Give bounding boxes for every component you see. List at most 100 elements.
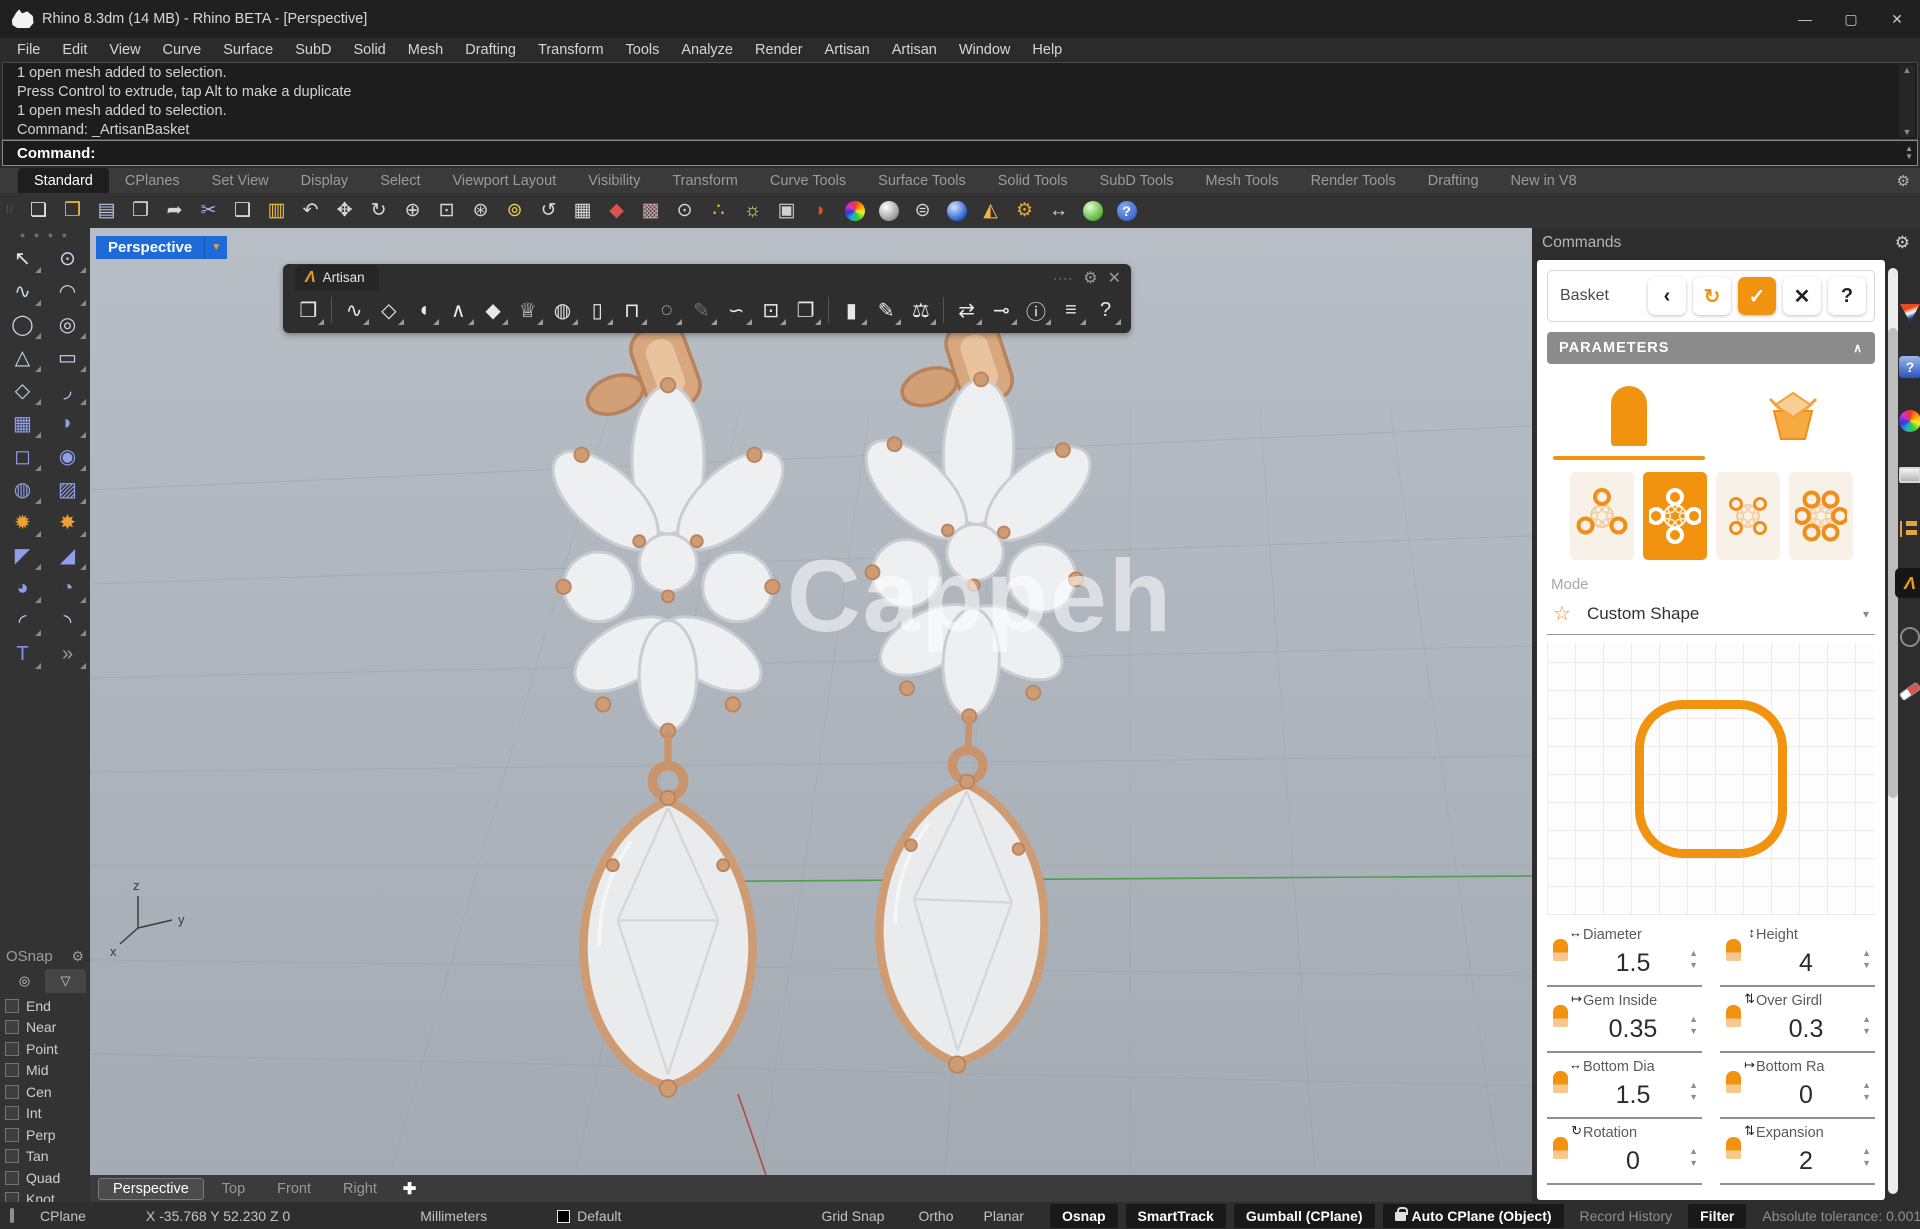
menu-view-2[interactable]: View <box>98 40 151 60</box>
auto-cplane-toggle[interactable]: Auto CPlane (Object) <box>1383 1204 1564 1228</box>
split-icon[interactable]: ◢ <box>48 539 88 572</box>
ribbon-tab-set-view[interactable]: Set View <box>196 168 285 193</box>
back-button[interactable]: ‹ <box>1648 277 1686 315</box>
artisan-settings-icon[interactable]: ⚙ <box>1083 268 1097 288</box>
ribbon-tab-new-in-v8[interactable]: New in V8 <box>1495 168 1593 193</box>
grasshopper-icon[interactable] <box>1076 196 1110 226</box>
osnap-toggle[interactable]: Osnap <box>1050 1204 1118 1228</box>
window-icon[interactable]: ▯ <box>580 293 615 327</box>
osnap-option-near[interactable]: Near <box>0 1017 90 1039</box>
cabochon-icon[interactable]: ◍ <box>545 293 580 327</box>
undo-icon[interactable]: ↶ <box>294 196 328 226</box>
param-over-girdle-value[interactable]: 0.3 <box>1766 1015 1846 1044</box>
ribbon-tab-standard[interactable]: Standard <box>18 168 109 193</box>
artisan-panel-icon[interactable]: Λ <box>1895 568 1920 598</box>
viewport-tab-top[interactable]: Top <box>208 1179 259 1199</box>
viewport-title-button[interactable]: Perspective ▼ <box>96 236 227 259</box>
palette-grip[interactable]: ● ● ● ● <box>0 228 90 242</box>
parameters-section-header[interactable]: PARAMETERS ∧ <box>1547 332 1875 364</box>
shaded-sphere-icon[interactable] <box>872 196 906 226</box>
gumball-icon[interactable]: ∴ <box>702 196 736 226</box>
patch-icon[interactable]: ▨ <box>48 473 88 506</box>
polygon-icon[interactable]: ◇ <box>3 374 43 407</box>
command-history[interactable]: 1 open mesh added to selection.Press Con… <box>2 62 1918 140</box>
param-gem-inside-value[interactable]: 0.35 <box>1593 1015 1673 1044</box>
link-icon[interactable]: ⊸ <box>984 293 1019 327</box>
surface-points-icon[interactable]: ▦ <box>3 407 43 440</box>
cut-icon[interactable]: ✂ <box>192 196 226 226</box>
spin-up-icon[interactable]: ▲ <box>1689 1147 1698 1156</box>
custom-shape-outline[interactable] <box>1635 700 1787 858</box>
status-grid-icon[interactable] <box>10 1208 14 1223</box>
toolbar-grip[interactable]: ⁞⁞ <box>6 205 14 216</box>
menu-help-16[interactable]: Help <box>1021 40 1073 60</box>
rotate-view-icon[interactable]: ↻ <box>362 196 396 226</box>
ribbon-tab-drafting[interactable]: Drafting <box>1412 168 1495 193</box>
text-icon[interactable]: T <box>3 638 43 671</box>
ribbon-tab-viewport-layout[interactable]: Viewport Layout <box>437 168 573 193</box>
commands-gear-icon[interactable]: ⚙ <box>1895 233 1910 253</box>
filter-button[interactable]: Filter <box>1688 1204 1746 1228</box>
tab-bullet-shape[interactable] <box>1547 372 1711 460</box>
maximize-button[interactable]: ▢ <box>1828 0 1874 38</box>
save-icon[interactable]: ▤ <box>90 196 124 226</box>
gem-icon[interactable]: ◆ <box>476 293 511 327</box>
sync-icon[interactable]: ⇄ <box>949 293 984 327</box>
open-file-icon[interactable]: ❒ <box>56 196 90 226</box>
sphere-icon[interactable]: ◉ <box>48 440 88 473</box>
lightbulb-icon[interactable]: ☼ <box>736 196 770 226</box>
ribbon-tab-transform[interactable]: Transform <box>656 168 754 193</box>
boolean-union-icon[interactable]: ◕ <box>3 572 43 605</box>
tab-basket-shape[interactable] <box>1711 372 1875 460</box>
layer-button[interactable]: Default <box>557 1208 621 1224</box>
spin-down-icon[interactable]: ▼ <box>1689 961 1698 970</box>
eraser-panel-icon[interactable] <box>1895 676 1920 706</box>
confirm-button[interactable]: ✓ <box>1738 277 1776 315</box>
cancel-button[interactable]: ✕ <box>1783 277 1821 315</box>
fillet-curve-icon[interactable]: ◞ <box>48 374 88 407</box>
zoom-extents-icon[interactable]: ⊛ <box>464 196 498 226</box>
prong-3-option[interactable] <box>1570 472 1634 560</box>
menu-subd-5[interactable]: SubD <box>284 40 342 60</box>
ribbon-gear-icon[interactable]: ⚙ <box>1897 168 1910 193</box>
custom-shape-canvas[interactable] <box>1547 643 1875 915</box>
ribbon-tab-solid-tools[interactable]: Solid Tools <box>982 168 1084 193</box>
curved-surface-icon[interactable]: ◗ <box>48 407 88 440</box>
param-bottom-rail-value[interactable]: 0 <box>1766 1081 1846 1110</box>
vray-icon[interactable]: ◗ <box>804 196 838 226</box>
artisan-close-icon[interactable]: ✕ <box>1108 268 1121 288</box>
dropdown-caret-icon[interactable]: ▾ <box>1863 607 1869 621</box>
command-prompt[interactable]: Command: ▲▼ <box>2 140 1918 166</box>
prong-icon[interactable]: ∧ <box>441 293 476 327</box>
copy-icon[interactable]: ❑ <box>226 196 260 226</box>
checkbox[interactable] <box>5 1063 19 1077</box>
checkbox[interactable] <box>5 1020 19 1034</box>
ribbon-tab-curve-tools[interactable]: Curve Tools <box>754 168 862 193</box>
grid-snap-toggle[interactable]: Grid Snap <box>821 1208 884 1224</box>
add-viewport-tab-button[interactable]: ✚ <box>395 1179 424 1199</box>
menu-edit-1[interactable]: Edit <box>51 40 98 60</box>
menu-transform-9[interactable]: Transform <box>527 40 615 60</box>
library-icon[interactable]: ❐ <box>788 293 823 327</box>
spin-down-icon[interactable]: ▼ <box>1689 1093 1698 1102</box>
display-stand-icon[interactable]: ⊓ <box>615 293 650 327</box>
collapse-icon[interactable]: ∧ <box>1853 341 1863 355</box>
viewport-tab-front[interactable]: Front <box>263 1179 325 1199</box>
menu-render-12[interactable]: Render <box>744 40 814 60</box>
swoosh-icon[interactable]: ∽ <box>719 293 754 327</box>
ortho-toggle[interactable]: Ortho <box>918 1208 953 1224</box>
checkbox[interactable] <box>5 1171 19 1185</box>
checkbox[interactable] <box>5 999 19 1013</box>
menu-artisan-13[interactable]: Artisan <box>814 40 881 60</box>
freeform-curve-icon[interactable]: ∿ <box>337 293 372 327</box>
raytrace-grid-icon[interactable]: ▩ <box>634 196 668 226</box>
menu-mesh-7[interactable]: Mesh <box>397 40 454 60</box>
wireframe-sphere-icon[interactable]: ⊜ <box>906 196 940 226</box>
menu-analyze-11[interactable]: Analyze <box>670 40 744 60</box>
hierarchy-panel-icon[interactable] <box>1895 514 1920 544</box>
param-bottom-diameter-spinner[interactable]: ▲▼ <box>1689 1081 1698 1102</box>
checkbox[interactable] <box>5 1128 19 1142</box>
blend-curve-icon[interactable]: ◜ <box>3 605 43 638</box>
param-bottom-rail-spinner[interactable]: ▲▼ <box>1862 1081 1871 1102</box>
pointer-icon[interactable]: ↖ <box>3 242 43 275</box>
